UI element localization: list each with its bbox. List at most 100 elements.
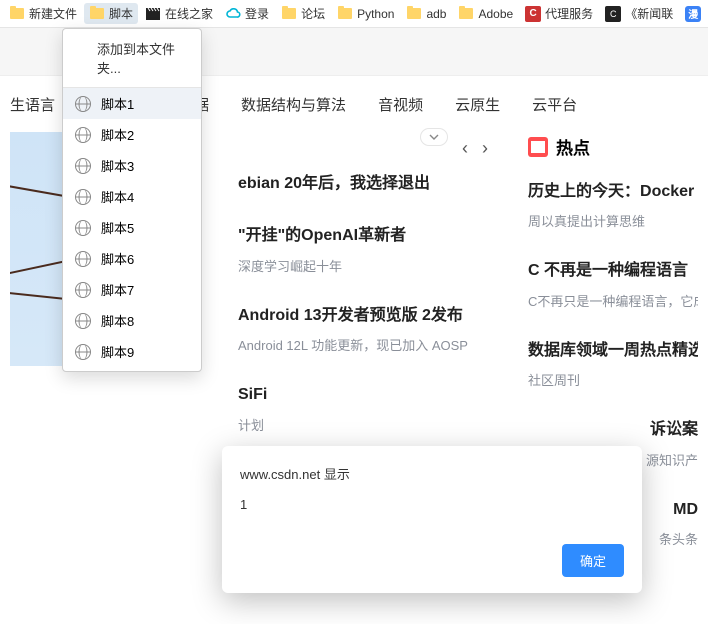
- article-item[interactable]: "开挂"的OpenAI革新者深度学习崛起十年: [238, 225, 488, 274]
- hot-item[interactable]: 数据库领域一周热点精选社区周刊: [528, 340, 698, 389]
- bookmark-folder-dropdown: 添加到本文件夹... 脚本1 脚本2 脚本3 脚本4 脚本5 脚本6 脚本7 脚本8 脚本9: [62, 28, 202, 372]
- dropdown-item-label: 脚本2: [101, 125, 134, 144]
- article-subtitle: 深度学习崛起十年: [238, 256, 488, 275]
- dropdown-item[interactable]: 脚本9: [63, 336, 201, 367]
- folder-icon: [337, 6, 353, 22]
- dropdown-item-label: 脚本1: [101, 94, 134, 113]
- bookmark-label: 代理服务: [545, 5, 593, 22]
- site-icon: C: [605, 6, 621, 22]
- dropdown-item[interactable]: 脚本6: [63, 243, 201, 274]
- bookmark-item[interactable]: Python: [332, 4, 399, 24]
- globe-icon: [75, 344, 91, 360]
- dropdown-item[interactable]: 脚本4: [63, 181, 201, 212]
- folder-icon: [89, 6, 105, 22]
- bookmark-label: 脚本: [109, 5, 133, 22]
- hot-subtitle: 社区周刊: [528, 370, 698, 389]
- hot-header: 热点: [528, 132, 698, 159]
- bookmark-item[interactable]: C《新闻联: [600, 3, 678, 24]
- dropdown-item-label: 脚本4: [101, 187, 134, 206]
- bookmark-label: 登录: [245, 5, 269, 22]
- folder-icon: [281, 6, 297, 22]
- globe-icon: [75, 189, 91, 205]
- hot-title: 诉讼案: [528, 419, 698, 441]
- nav-tab[interactable]: 云平台: [532, 94, 577, 115]
- nav-tab[interactable]: 云原生: [455, 94, 500, 115]
- globe-icon: [75, 282, 91, 298]
- article-item[interactable]: ebian 20年后，我选择退出: [238, 173, 488, 195]
- nav-tab[interactable]: 音视频: [378, 94, 423, 115]
- article-title: SiFi: [238, 384, 488, 406]
- hot-icon: [528, 137, 548, 157]
- bookmark-item[interactable]: 在线之家: [140, 3, 218, 24]
- pager-prev[interactable]: ‹: [462, 138, 468, 159]
- bookmark-item[interactable]: 登录: [220, 3, 274, 24]
- dropdown-item-label: 脚本6: [101, 249, 134, 268]
- bookmark-item[interactable]: 漫: [680, 4, 708, 24]
- alert-title: www.csdn.net 显示: [240, 464, 624, 483]
- dropdown-item[interactable]: 脚本8: [63, 305, 201, 336]
- globe-icon: [75, 220, 91, 236]
- bookmark-bar: 新建文件脚本在线之家登录论坛PythonadbAdobeC代理服务C《新闻联漫: [0, 0, 708, 28]
- pager-next[interactable]: ›: [482, 138, 488, 159]
- hot-title: 历史上的今天：Docker 发布: [528, 181, 698, 203]
- js-alert-dialog: www.csdn.net 显示 1 确定: [222, 446, 642, 593]
- site-icon: C: [525, 6, 541, 22]
- bookmark-label: adb: [426, 7, 446, 21]
- globe-icon: [75, 251, 91, 267]
- dropdown-item[interactable]: 脚本5: [63, 212, 201, 243]
- dropdown-item[interactable]: 脚本3: [63, 150, 201, 181]
- clapperboard-icon: [145, 6, 161, 22]
- article-title: "开挂"的OpenAI革新者: [238, 225, 488, 247]
- dropdown-item-label: 脚本9: [101, 342, 134, 361]
- bookmark-label: Python: [357, 7, 394, 21]
- article-title: ebian 20年后，我选择退出: [238, 173, 488, 195]
- folder-icon: [458, 6, 474, 22]
- article-item[interactable]: SiFi 计划: [238, 384, 488, 433]
- hot-item[interactable]: C 不再是一种编程语言 C不再只是一种编程语言，它成了每一: [528, 260, 698, 309]
- globe-icon: [75, 313, 91, 329]
- hot-subtitle: C不再只是一种编程语言，它成了每一: [528, 291, 698, 310]
- hot-label: 热点: [556, 134, 590, 159]
- bookmark-label: 在线之家: [165, 5, 213, 22]
- folder-icon: [406, 6, 422, 22]
- globe-icon: [75, 127, 91, 143]
- pager: ‹ ›: [238, 132, 488, 173]
- alert-ok-button[interactable]: 确定: [562, 544, 624, 577]
- bookmark-label: 论坛: [301, 5, 325, 22]
- bookmark-label: 新建文件: [29, 5, 77, 22]
- globe-icon: [75, 96, 91, 112]
- hot-item[interactable]: 历史上的今天：Docker 发布周以真提出计算思维: [528, 181, 698, 230]
- dropdown-item[interactable]: 脚本2: [63, 119, 201, 150]
- hot-title: 数据库领域一周热点精选: [528, 340, 698, 362]
- bookmark-item[interactable]: 论坛: [276, 3, 330, 24]
- bookmark-item[interactable]: C代理服务: [520, 3, 598, 24]
- bookmark-item[interactable]: 新建文件: [4, 3, 82, 24]
- article-title: Android 13开发者预览版 2发布: [238, 305, 488, 327]
- site-icon: 漫: [685, 6, 701, 22]
- dropdown-add-here[interactable]: 添加到本文件夹...: [63, 29, 201, 87]
- dropdown-item[interactable]: 脚本7: [63, 274, 201, 305]
- dropdown-item[interactable]: 脚本1: [63, 88, 201, 119]
- article-subtitle: Android 12L 功能更新，现已加入 AOSP: [238, 335, 488, 354]
- nav-tab[interactable]: 生语言: [10, 94, 55, 115]
- chevron-down-icon: [429, 134, 439, 140]
- folder-icon: [9, 6, 25, 22]
- bookmark-label: 《新闻联: [625, 5, 673, 22]
- nav-tab[interactable]: 数据结构与算法: [241, 94, 346, 115]
- dropdown-item-label: 脚本3: [101, 156, 134, 175]
- hot-subtitle: 周以真提出计算思维: [528, 211, 698, 230]
- bookmark-item[interactable]: adb: [401, 4, 451, 24]
- hot-title: C 不再是一种编程语言: [528, 260, 698, 282]
- dropdown-item-label: 脚本5: [101, 218, 134, 237]
- expand-nav-button[interactable]: [420, 128, 448, 146]
- article-item[interactable]: Android 13开发者预览版 2发布 Android 12L 功能更新，现已加…: [238, 305, 488, 354]
- dropdown-item-label: 脚本7: [101, 280, 134, 299]
- bookmark-item[interactable]: Adobe: [453, 4, 518, 24]
- dropdown-item-label: 脚本8: [101, 311, 134, 330]
- globe-icon: [75, 158, 91, 174]
- article-subtitle: 计划: [238, 415, 488, 434]
- cloud-icon: [225, 6, 241, 22]
- bookmark-item[interactable]: 脚本: [84, 3, 138, 24]
- alert-message: 1: [240, 497, 624, 512]
- bookmark-label: Adobe: [478, 7, 513, 21]
